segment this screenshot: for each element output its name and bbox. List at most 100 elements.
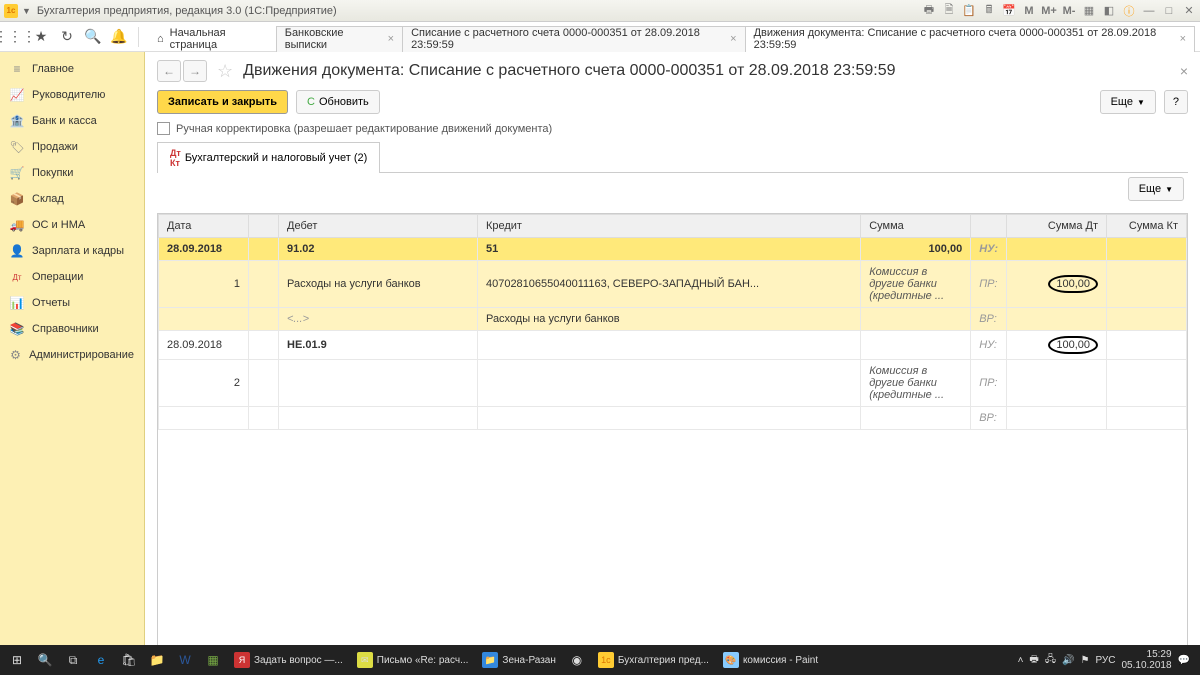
sidebar-item-salary[interactable]: 👤Зарплата и кадры: [0, 238, 144, 264]
th-credit[interactable]: Кредит: [477, 215, 860, 238]
task-app[interactable]: ЯЗадать вопрос —...: [228, 647, 349, 673]
cell-pr: ПР:: [971, 261, 1007, 308]
titlebar: 1c ▼ Бухгалтерия предприятия, редакция 3…: [0, 0, 1200, 22]
search-button[interactable]: 🔍: [32, 647, 58, 673]
document-title: Движения документа: Списание с расчетног…: [243, 62, 1170, 80]
search-icon[interactable]: 🔍: [84, 28, 102, 46]
calc-icon[interactable]: 🖩: [982, 4, 996, 18]
history-icon[interactable]: ↻: [58, 28, 76, 46]
th-sum[interactable]: Сумма: [861, 215, 971, 238]
sidebar-item-warehouse[interactable]: 📦Склад: [0, 186, 144, 212]
store-icon[interactable]: 🛍: [116, 647, 142, 673]
table-row[interactable]: 1 Расходы на услуги банков 4070281065504…: [159, 261, 1187, 308]
cell-sum: 100,00: [861, 238, 971, 261]
nav-back-button[interactable]: ←: [157, 60, 181, 82]
subtab-accounting[interactable]: ДтКт Бухгалтерский и налоговый учет (2): [157, 142, 380, 173]
save-close-button[interactable]: Записать и закрыть: [157, 90, 288, 114]
chevron-down-icon: ▼: [1165, 185, 1173, 194]
tray-volume-icon[interactable]: 🔊: [1062, 655, 1074, 666]
tab-home[interactable]: ⌂ Начальная страница: [149, 26, 277, 52]
sidebar-item-reports[interactable]: 📊Отчеты: [0, 290, 144, 316]
sidebar-item-main[interactable]: ≡Главное: [0, 56, 144, 82]
mminus-icon[interactable]: M-: [1062, 4, 1076, 18]
th-sumdt[interactable]: Сумма Дт: [1007, 215, 1107, 238]
nav-forward-button[interactable]: →: [183, 60, 207, 82]
tab-close-icon[interactable]: ×: [388, 33, 394, 45]
mplus-icon[interactable]: M+: [1042, 4, 1056, 18]
th-date[interactable]: Дата: [159, 215, 249, 238]
close-document-icon[interactable]: ×: [1180, 63, 1188, 79]
window-title: Бухгалтерия предприятия, редакция 3.0 (1…: [37, 5, 922, 17]
tab-close-icon[interactable]: ×: [1180, 33, 1186, 45]
tray-chevron-icon[interactable]: ˄: [1018, 655, 1024, 666]
print-icon[interactable]: 🖶: [922, 4, 936, 18]
task-app[interactable]: 📁Зена-Разан: [476, 647, 561, 673]
tray-printer-icon[interactable]: 🖶: [1029, 652, 1038, 669]
table-more-button[interactable]: Еще▼: [1128, 177, 1184, 201]
dropdown-icon[interactable]: ▼: [22, 6, 31, 16]
calendar-icon[interactable]: 📅: [1002, 4, 1016, 18]
bell-icon[interactable]: 🔔: [110, 28, 128, 46]
start-button[interactable]: ⊞: [4, 647, 30, 673]
th-debit[interactable]: Дебет: [279, 215, 478, 238]
tray-flag-icon[interactable]: ⚑: [1080, 655, 1089, 666]
grid-icon[interactable]: ▦: [1082, 4, 1096, 18]
chrome-icon[interactable]: ◉: [564, 647, 590, 673]
favorite-icon[interactable]: ★: [32, 28, 50, 46]
manual-edit-checkbox[interactable]: [157, 122, 170, 135]
apps-grid-icon[interactable]: ⋮⋮⋮: [6, 28, 24, 46]
tab-movements[interactable]: Движения документа: Списание с расчетног…: [745, 26, 1195, 52]
table-row[interactable]: ВР:: [159, 407, 1187, 430]
word-icon[interactable]: W: [172, 647, 198, 673]
sidebar-item-admin[interactable]: ⚙Администрирование: [0, 342, 144, 368]
sidebar-item-assets[interactable]: 🚚ОС и НМА: [0, 212, 144, 238]
cell-num: 1: [159, 261, 249, 308]
sidebar-item-manager[interactable]: 📈Руководителю: [0, 82, 144, 108]
tab-bank-statements[interactable]: Банковские выписки ×: [276, 26, 403, 52]
th-sumkt[interactable]: Сумма Кт: [1107, 215, 1187, 238]
doc-icon[interactable]: 🗎: [942, 4, 956, 18]
sidebar-item-purchases[interactable]: 🛒Покупки: [0, 160, 144, 186]
table-row[interactable]: 28.09.2018 НЕ.01.9 НУ: 100,00: [159, 331, 1187, 360]
app-icon[interactable]: ▦: [200, 647, 226, 673]
tab-writeoff[interactable]: Списание с расчетного счета 0000-000351 …: [402, 26, 746, 52]
edge-icon[interactable]: e: [88, 647, 114, 673]
table-row[interactable]: <...> Расходы на услуги банков ВР:: [159, 308, 1187, 331]
cell-num: 2: [159, 360, 249, 407]
sidebar-item-bank[interactable]: 🏦Банк и касса: [0, 108, 144, 134]
table-row[interactable]: 2 Комиссия в другие банки (кредитные ...…: [159, 360, 1187, 407]
help-button[interactable]: ?: [1164, 90, 1188, 114]
task-app[interactable]: 🎨комиссия - Paint: [717, 647, 824, 673]
clipboard-icon[interactable]: 📋: [962, 4, 976, 18]
button-label: Еще: [1111, 96, 1133, 108]
task-app[interactable]: ✉Письмо «Re: расч...: [351, 647, 475, 673]
dtkt-icon: Дт: [10, 270, 24, 284]
task-app[interactable]: 1cБухгалтерия пред...: [592, 647, 715, 673]
clock-date: 05.10.2018: [1121, 660, 1171, 671]
tray-lang[interactable]: РУС: [1095, 655, 1115, 666]
sidebar-item-directories[interactable]: 📚Справочники: [0, 316, 144, 342]
sidebar-item-sales[interactable]: 🏷Продажи: [0, 134, 144, 160]
maximize-icon[interactable]: □: [1162, 4, 1176, 18]
tray-network-icon[interactable]: 🖧: [1045, 652, 1056, 669]
sidebar-item-operations[interactable]: ДтОперации: [0, 264, 144, 290]
sidebar-item-label: Справочники: [32, 323, 99, 335]
explorer-icon[interactable]: 📁: [144, 647, 170, 673]
gear-icon: ⚙: [10, 348, 21, 362]
close-icon[interactable]: ✕: [1182, 4, 1196, 18]
taskview-button[interactable]: ⧉: [60, 647, 86, 673]
tray-clock[interactable]: 15:29 05.10.2018: [1121, 649, 1171, 671]
m-icon[interactable]: M: [1022, 4, 1036, 18]
tray-notifications-icon[interactable]: 💬: [1178, 655, 1190, 666]
tab-close-icon[interactable]: ×: [730, 33, 736, 45]
refresh-button[interactable]: СОбновить: [296, 90, 380, 114]
more-button[interactable]: Еще▼: [1100, 90, 1156, 114]
sidebar-item-label: Продажи: [32, 141, 78, 153]
tab-label: Движения документа: Списание с расчетног…: [754, 27, 1174, 51]
info-icon[interactable]: ⓘ: [1122, 4, 1136, 18]
panel-icon[interactable]: ◧: [1102, 4, 1116, 18]
table-row[interactable]: 28.09.2018 91.02 51 100,00 НУ:: [159, 238, 1187, 261]
favorite-star-icon[interactable]: ☆: [217, 61, 233, 82]
cell-nu: НУ:: [971, 331, 1007, 360]
minimize-icon[interactable]: —: [1142, 4, 1156, 18]
